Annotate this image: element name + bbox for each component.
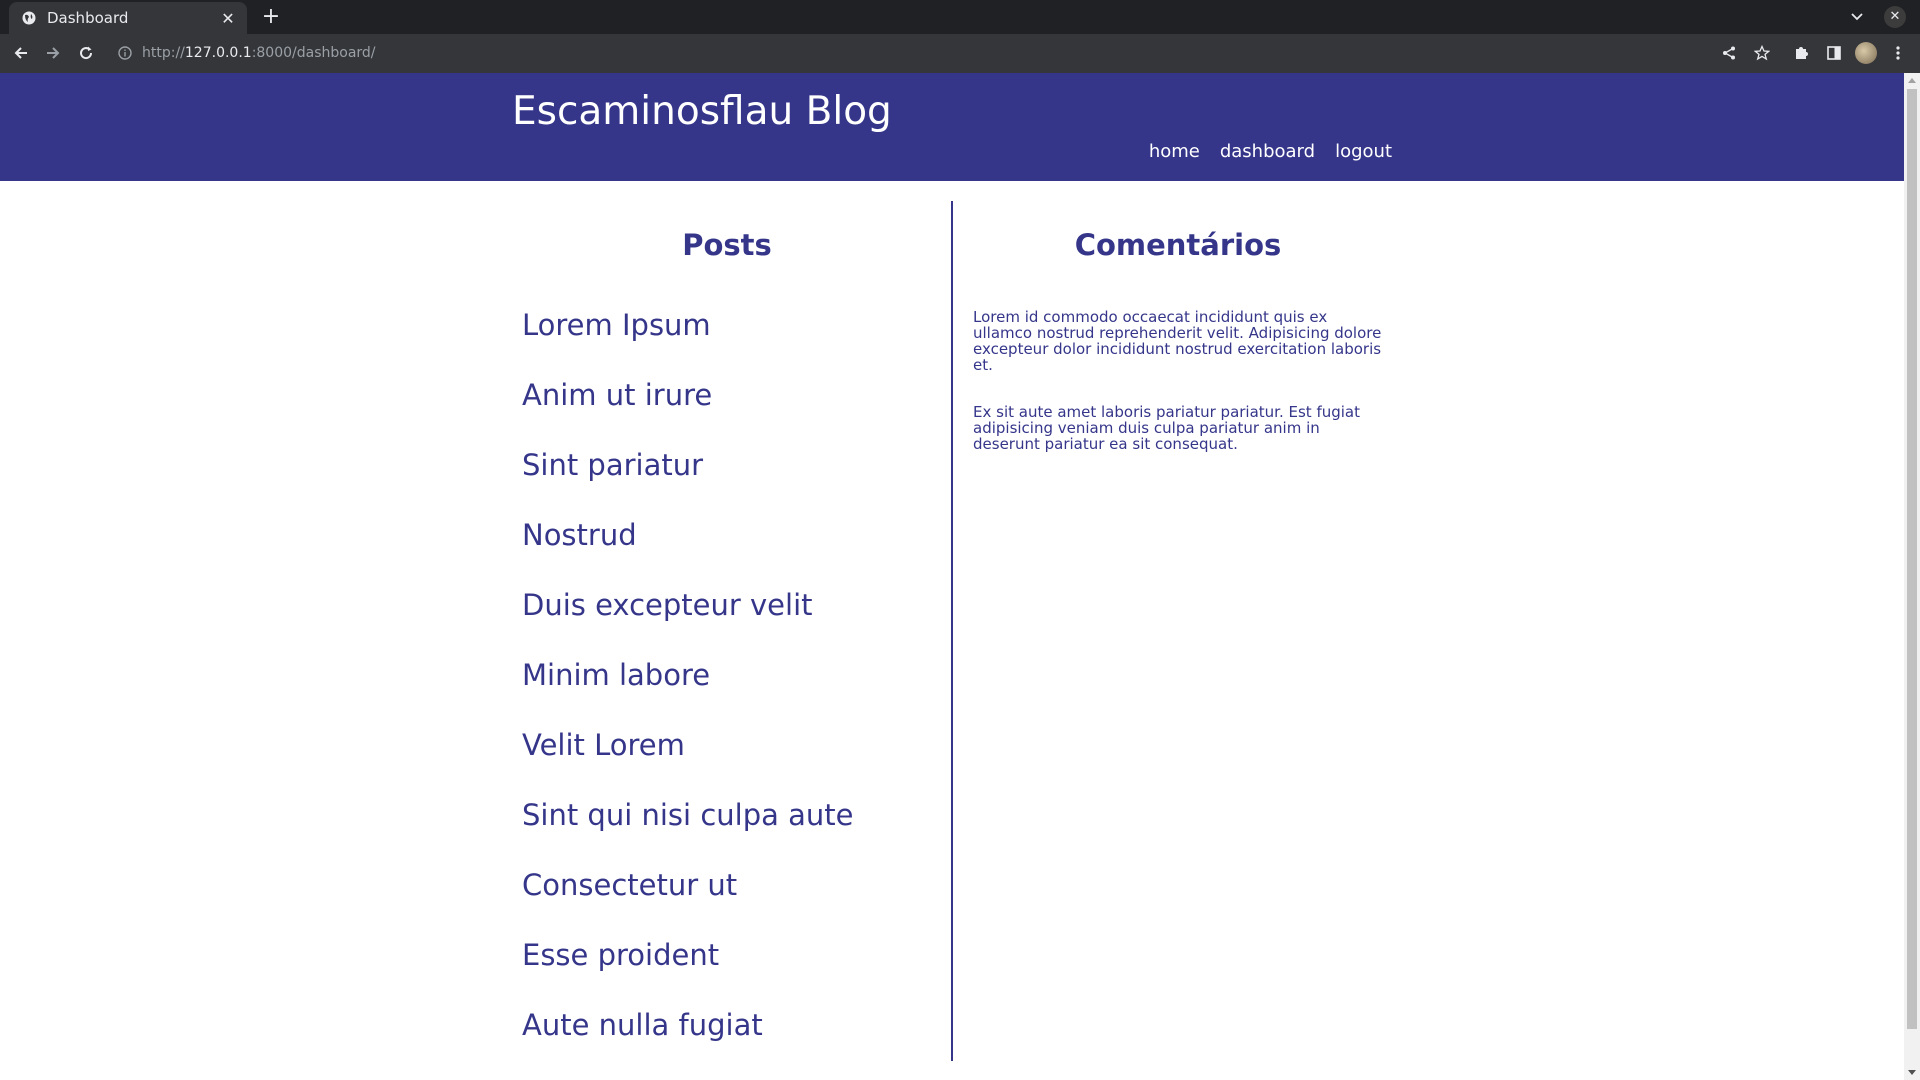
scrollbar-thumb[interactable] [1907, 89, 1917, 1029]
list-item: Consectetur ut [522, 865, 932, 935]
list-item: Duis excepteur velit [522, 585, 932, 655]
share-icon[interactable] [1717, 41, 1741, 65]
tab-title: Dashboard [47, 9, 129, 27]
post-link[interactable]: Anim ut irure [522, 378, 712, 412]
url-host: 127.0.0.1 [184, 45, 252, 61]
browser-tab-strip: Dashboard ✕ + ✕ [0, 0, 1920, 34]
list-item: Lorem Ipsum [522, 305, 932, 375]
profile-avatar[interactable] [1855, 42, 1877, 64]
page-viewport: Escaminosflau Blog home dashboard logout… [0, 73, 1904, 1080]
list-item: Sint pariatur [522, 445, 932, 515]
post-link[interactable]: Lorem Ipsum [522, 308, 711, 342]
post-link[interactable]: Sint pariatur [522, 448, 703, 482]
forward-arrow-icon[interactable] [41, 41, 65, 65]
comments-list: Lorem id commodo occaecat incididunt qui… [973, 309, 1383, 483]
site-info-icon[interactable] [116, 44, 134, 62]
post-link[interactable]: Aute nulla fugiat [522, 1008, 763, 1042]
browser-tab-dashboard[interactable]: Dashboard ✕ [9, 2, 247, 34]
tab-search-chevron-icon[interactable] [1846, 6, 1868, 28]
post-link[interactable]: Minim labore [522, 658, 710, 692]
post-link[interactable]: Velit Lorem [522, 728, 685, 762]
extensions-puzzle-icon[interactable] [1789, 41, 1813, 65]
comments-heading: Comentários [1074, 228, 1282, 262]
posts-heading: Posts [682, 228, 772, 262]
close-tab-icon[interactable]: ✕ [219, 9, 237, 28]
post-link[interactable]: Consectetur ut [522, 868, 737, 902]
list-item: Sint qui nisi culpa aute [522, 795, 932, 865]
site-title: Escaminosflau Blog [512, 89, 892, 134]
list-item: Nostrud [522, 515, 932, 585]
url-path: :8000/dashboard/ [251, 45, 376, 61]
comment-text: Lorem id commodo occaecat incididunt qui… [973, 308, 1382, 374]
list-item: Velit Lorem [522, 725, 932, 795]
browser-menu-icon[interactable] [1886, 41, 1910, 65]
reload-icon[interactable] [74, 41, 98, 65]
address-bar[interactable]: http://127.0.0.1:8000/dashboard/ [110, 38, 1772, 68]
list-item: Minim labore [522, 655, 932, 725]
nav-link-logout[interactable]: logout [1335, 141, 1392, 162]
globe-icon [21, 10, 37, 26]
url-scheme: http:// [142, 45, 185, 61]
post-link[interactable]: Sint qui nisi culpa aute [522, 798, 853, 832]
column-divider [951, 201, 953, 1061]
comment-text: Ex sit aute amet laboris pariatur pariat… [973, 403, 1360, 453]
list-item: Esse proident [522, 935, 932, 1005]
page-scrollbar[interactable] [1904, 73, 1920, 1080]
window-close-button[interactable]: ✕ [1884, 6, 1906, 28]
side-panel-icon[interactable] [1822, 41, 1846, 65]
nav-link-dashboard[interactable]: dashboard [1220, 141, 1315, 162]
scroll-down-arrow-icon[interactable] [1908, 1070, 1916, 1075]
browser-toolbar: http://127.0.0.1:8000/dashboard/ [0, 34, 1920, 73]
back-arrow-icon[interactable] [9, 41, 33, 65]
site-header: Escaminosflau Blog home dashboard logout [0, 73, 1904, 181]
list-item: Anim ut irure [522, 375, 932, 445]
nav-link-home[interactable]: home [1149, 141, 1200, 162]
post-link[interactable]: Nostrud [522, 518, 637, 552]
list-item: Aute nulla fugiat [522, 1005, 932, 1075]
scroll-up-arrow-icon[interactable] [1908, 78, 1916, 83]
posts-list: Lorem Ipsum Anim ut irure Sint pariatur … [522, 305, 932, 1075]
site-nav: home dashboard logout [1149, 141, 1392, 162]
post-link[interactable]: Duis excepteur velit [522, 588, 813, 622]
post-link[interactable]: Esse proident [522, 938, 719, 972]
bookmark-star-icon[interactable] [1750, 41, 1774, 65]
url-text: http://127.0.0.1:8000/dashboard/ [142, 45, 376, 61]
new-tab-button[interactable]: + [258, 4, 284, 30]
